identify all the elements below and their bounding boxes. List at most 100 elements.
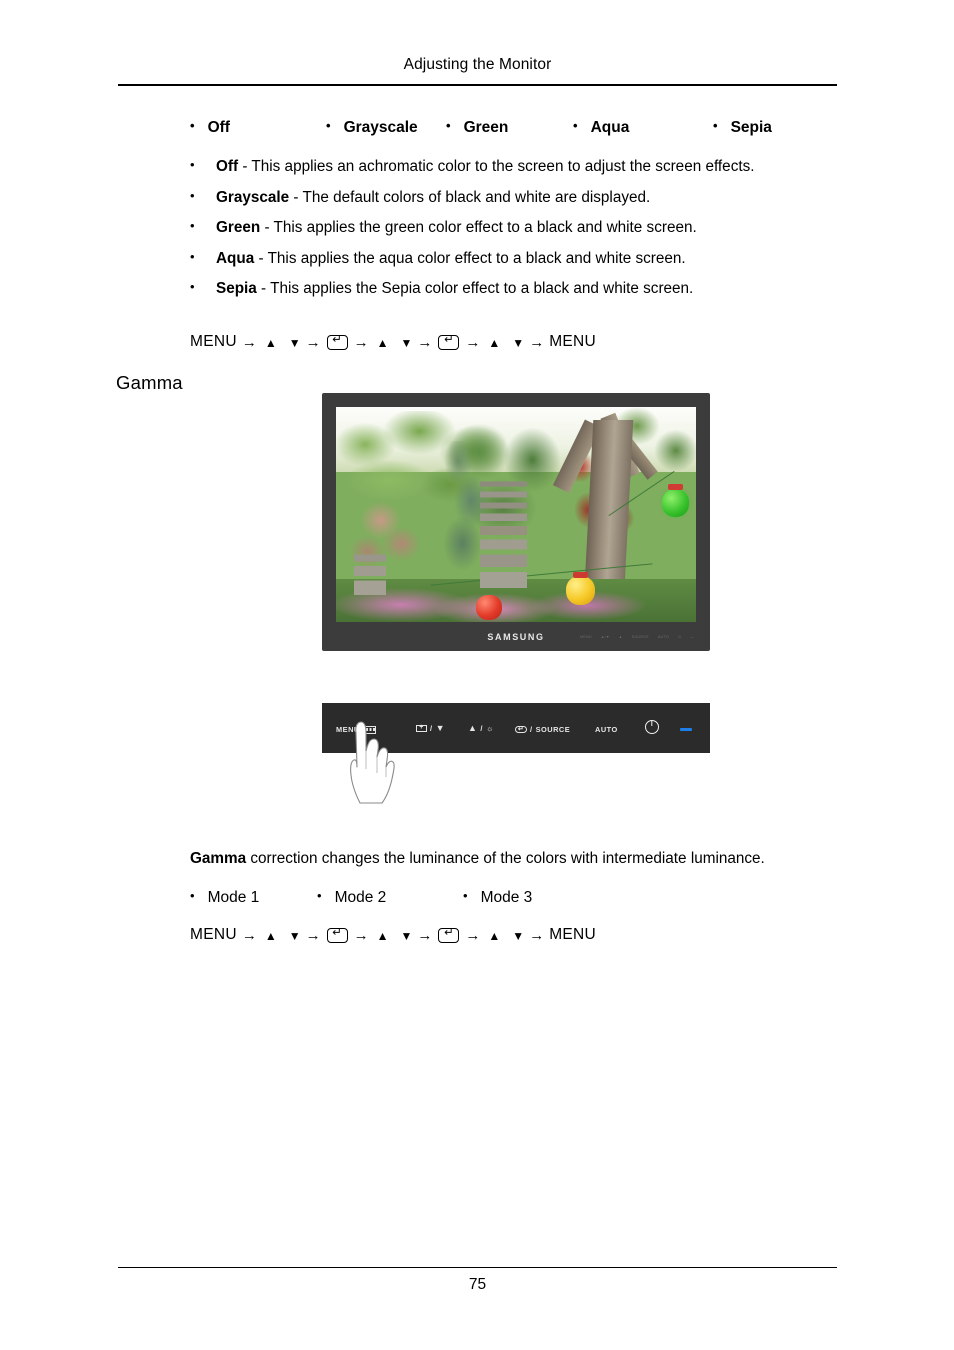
down-arrow-icon: ▼ <box>435 723 445 733</box>
option-grayscale: • Grayscale <box>326 119 446 137</box>
enter-key-icon: ↵ <box>438 334 460 350</box>
bullet-icon: • <box>190 279 195 294</box>
list-item: • Sepia - This applies the Sepia color e… <box>190 280 840 298</box>
menu-navigation-path-1: MENU → ▲ ▼ → ↵ → ▲ ▼ → ↵ → ▲ ▼ → MENU <box>190 333 596 351</box>
arrow-icon: → <box>529 926 545 944</box>
bullet-icon: • <box>713 118 718 133</box>
menu-end-label: MENU <box>549 926 597 943</box>
gamma-description-text: correction changes the luminance of the … <box>246 850 765 867</box>
up-arrow-icon: ▲ <box>264 929 277 943</box>
bezel-label-updown: ▲/▼ <box>600 634 610 639</box>
option-label: Mode 1 <box>207 889 260 906</box>
term-description: - This applies an achromatic color to th… <box>238 158 755 175</box>
control-panel-buttons: MENU / ▼ ▲ / ☼ / SOURCE AUTO <box>322 703 710 804</box>
auto-button[interactable]: AUTO <box>595 725 618 734</box>
term-label: Aqua <box>216 249 255 267</box>
bullet-icon: • <box>190 888 195 903</box>
power-icon <box>645 720 659 734</box>
monitor-screen <box>336 407 696 622</box>
bullet-icon: • <box>190 248 195 264</box>
menu-navigation-path-2: MENU → ▲ ▼ → ↵ → ▲ ▼ → ↵ → ▲ ▼ → MENU <box>190 926 596 944</box>
term-label: Off <box>216 158 239 175</box>
down-arrow-icon: ▼ <box>400 929 413 943</box>
option-label: Aqua <box>590 119 630 136</box>
enter-key-icon: ↵ <box>438 927 460 943</box>
green-lantern <box>661 484 689 517</box>
bullet-icon: • <box>446 118 451 133</box>
down-arrow-icon: ▼ <box>288 929 301 943</box>
arrow-icon: → <box>465 333 481 351</box>
document-page: Adjusting the Monitor • Off • Grayscale … <box>0 0 954 1350</box>
arrow-icon: → <box>417 926 433 944</box>
bezel-label-power: ⏻ <box>677 634 682 639</box>
separator-label: / <box>480 724 483 733</box>
monitor-bottom-bezel: SAMSUNG MENU ▲/▼ ▲ SOURCE AUTO ⏻ — <box>336 622 696 651</box>
bezel-label-source: SOURCE <box>631 634 649 639</box>
menu-button[interactable]: MENU <box>336 725 376 734</box>
down-arrow-icon: ▼ <box>288 336 301 350</box>
term-label: Green <box>216 219 261 236</box>
bullet-icon: • <box>190 157 195 172</box>
down-button[interactable]: / ▼ <box>416 723 445 733</box>
list-item: • Off - This applies an achromatic color… <box>190 158 840 176</box>
page-title: Gamma <box>116 372 183 393</box>
arrow-icon: → <box>305 926 321 944</box>
bezel-label-auto: AUTO <box>657 634 669 639</box>
enter-box-icon <box>515 724 527 734</box>
gamma-description: Gamma correction changes the luminance o… <box>190 850 765 868</box>
up-arrow-icon: ▲ <box>488 336 501 350</box>
up-arrow-icon: ▲ <box>264 336 277 350</box>
garden-photo <box>336 407 696 622</box>
arrow-icon: → <box>353 333 369 351</box>
down-arrow-icon: ▼ <box>512 336 525 350</box>
led-indicator <box>680 728 692 731</box>
arrow-icon: → <box>465 926 481 944</box>
down-arrow-icon: ▼ <box>400 336 413 350</box>
option-label: Off <box>207 119 230 136</box>
bullet-icon: • <box>573 118 578 133</box>
up-arrow-icon: ▲ <box>468 723 478 733</box>
bullet-icon: • <box>463 888 468 903</box>
menu-end-label: MENU <box>549 333 597 350</box>
menu-grid-icon <box>362 725 376 734</box>
separator-label: / <box>530 725 533 734</box>
stone-pagoda-small <box>354 548 387 605</box>
bullet-icon: • <box>190 187 195 203</box>
term-description: - The default colors of black and white … <box>289 188 651 206</box>
option-label: Grayscale <box>343 119 418 136</box>
list-item: • Green - This applies the green color e… <box>190 219 840 237</box>
page-header-title: Adjusting the Monitor <box>403 56 552 73</box>
option-mode-3: • Mode 3 <box>463 889 532 907</box>
arrow-icon: → <box>241 926 257 944</box>
option-off: • Off <box>190 119 326 137</box>
option-label: Mode 2 <box>334 889 387 906</box>
power-led-indicator <box>680 728 692 731</box>
down-arrow-icon: ▼ <box>512 929 525 943</box>
arrow-icon: → <box>529 333 545 351</box>
bullet-icon: • <box>190 118 195 133</box>
gamma-mode-row: • Mode 1 • Mode 2 • Mode 3 <box>190 889 532 907</box>
term-label: Grayscale <box>216 188 290 206</box>
term-label: Sepia <box>216 280 257 297</box>
arrow-icon: → <box>417 333 433 351</box>
source-button[interactable]: / SOURCE <box>515 724 571 734</box>
term-description: - This applies the green color effect to… <box>260 219 697 236</box>
up-arrow-icon: ▲ <box>376 336 389 350</box>
stone-pagoda-large <box>480 473 527 599</box>
option-mode-1: • Mode 1 <box>190 889 317 907</box>
gamma-term-label: Gamma <box>190 850 247 867</box>
enter-key-icon: ↵ <box>326 334 348 350</box>
option-label: Green <box>463 119 509 136</box>
source-button-label: SOURCE <box>535 725 571 734</box>
power-button[interactable] <box>645 720 659 734</box>
up-brightness-button[interactable]: ▲ / ☼ <box>468 723 494 734</box>
option-label: Mode 3 <box>480 889 533 906</box>
red-lantern <box>476 595 502 620</box>
option-aqua: • Aqua <box>573 119 713 137</box>
auto-button-label: AUTO <box>595 725 618 734</box>
menu-start-label: MENU <box>190 333 237 350</box>
enter-key-icon: ↵ <box>326 927 348 943</box>
brightness-sun-icon: ☼ <box>485 723 494 733</box>
monitor-product-image: SAMSUNG MENU ▲/▼ ▲ SOURCE AUTO ⏻ — <box>322 393 710 651</box>
header-divider <box>118 84 837 86</box>
